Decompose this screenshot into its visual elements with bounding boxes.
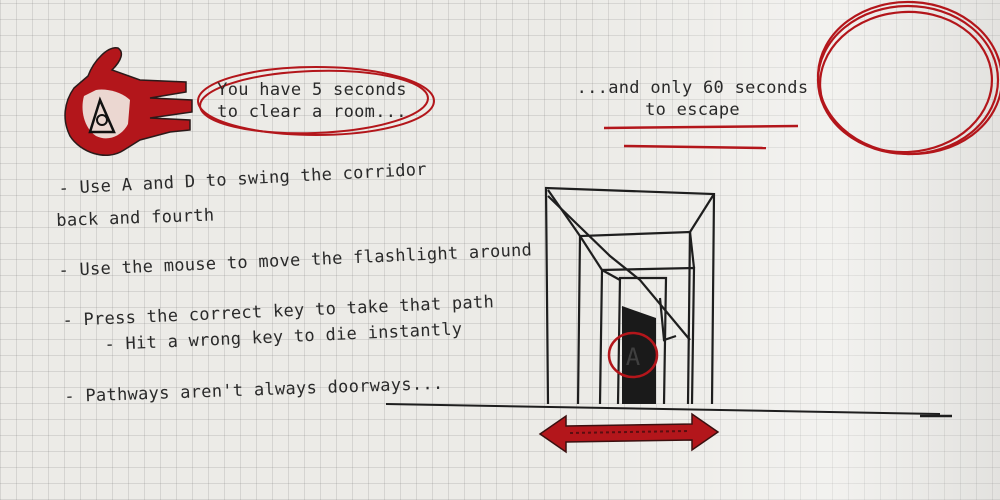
timer-circle	[816, 0, 1000, 156]
door-key-label: A	[626, 343, 641, 371]
escape-underline	[603, 124, 799, 150]
floor-line	[385, 403, 952, 418]
intro-left-line1: You have 5 seconds	[217, 80, 407, 100]
intro-left-text: You have 5 seconds to clear a room...	[212, 79, 412, 123]
intro-right-line2: to escape	[645, 100, 740, 120]
intro-right-text: ...and only 60 seconds to escape	[575, 77, 810, 121]
double-arrow-icon	[538, 412, 720, 454]
intro-right-line1: ...and only 60 seconds	[576, 78, 809, 98]
red-hand-icon	[64, 47, 193, 157]
intro-left-line2: to clear a room...	[217, 102, 407, 122]
